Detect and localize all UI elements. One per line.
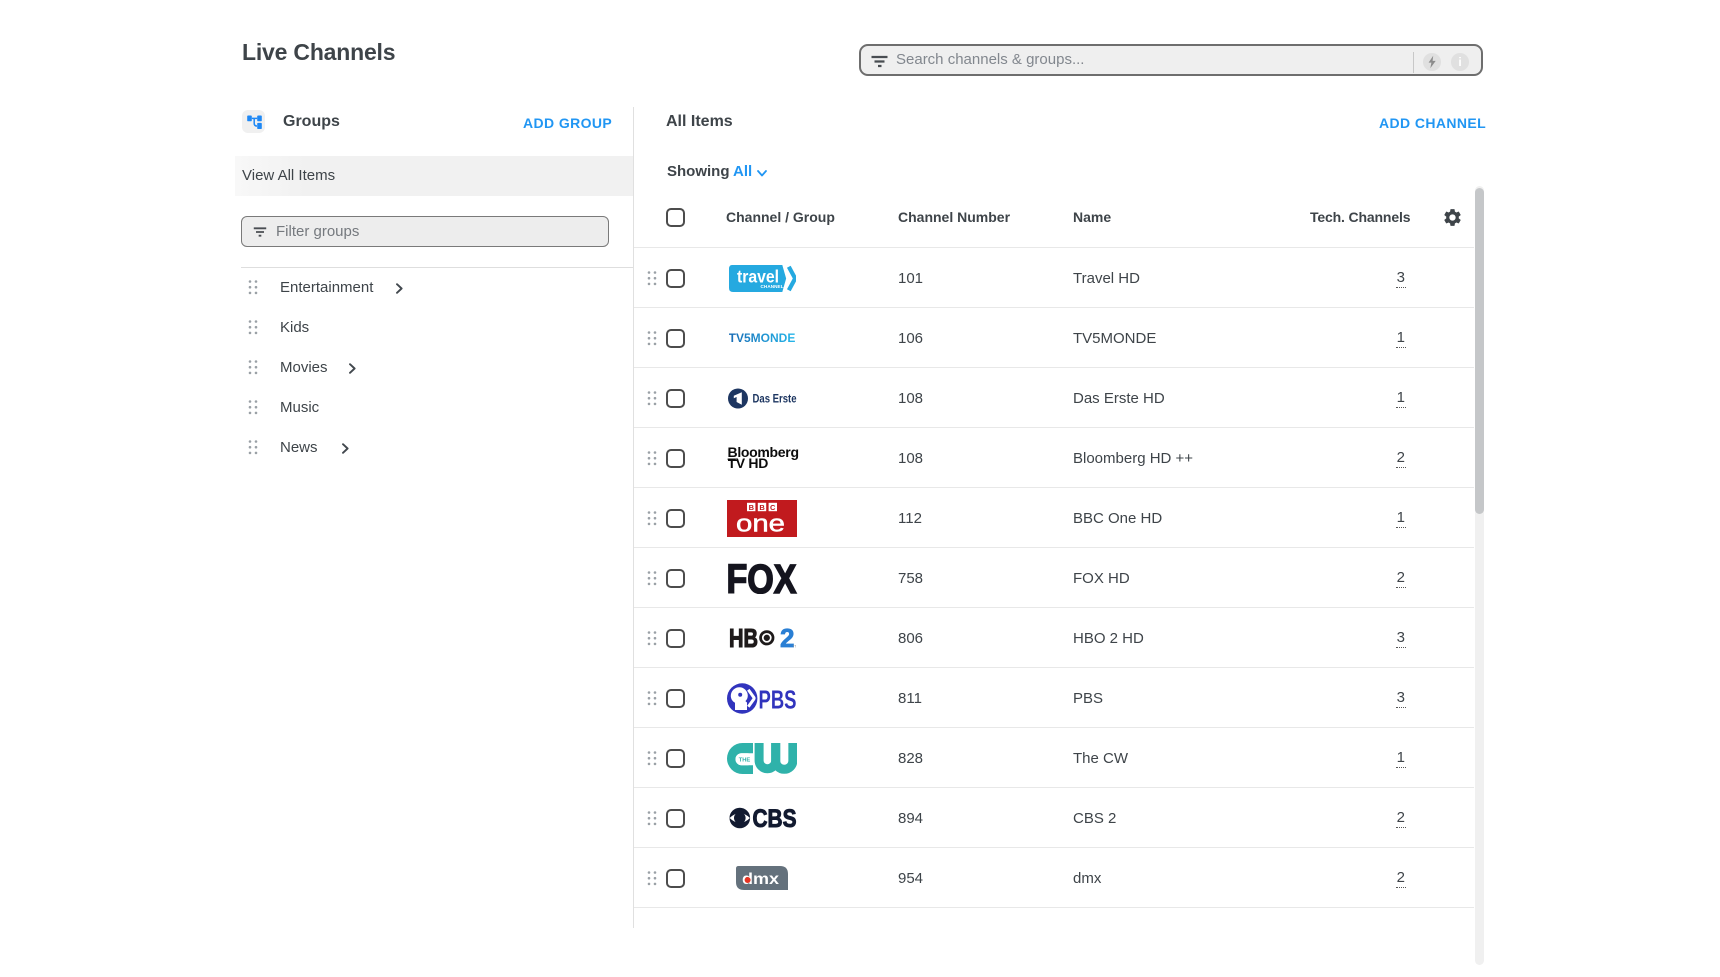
svg-text:TM: TM (792, 644, 796, 649)
svg-text:one: one (736, 510, 785, 537)
svg-text:FOX: FOX (726, 563, 796, 594)
svg-text:HB: HB (729, 627, 758, 649)
svg-text:CHANNEL: CHANNEL (760, 283, 783, 288)
svg-text:Das Erste: Das Erste (752, 393, 796, 405)
svg-text:THE: THE (739, 757, 751, 763)
svg-text:PBS: PBS (759, 684, 797, 714)
svg-text:CBS: CBS (752, 807, 796, 829)
